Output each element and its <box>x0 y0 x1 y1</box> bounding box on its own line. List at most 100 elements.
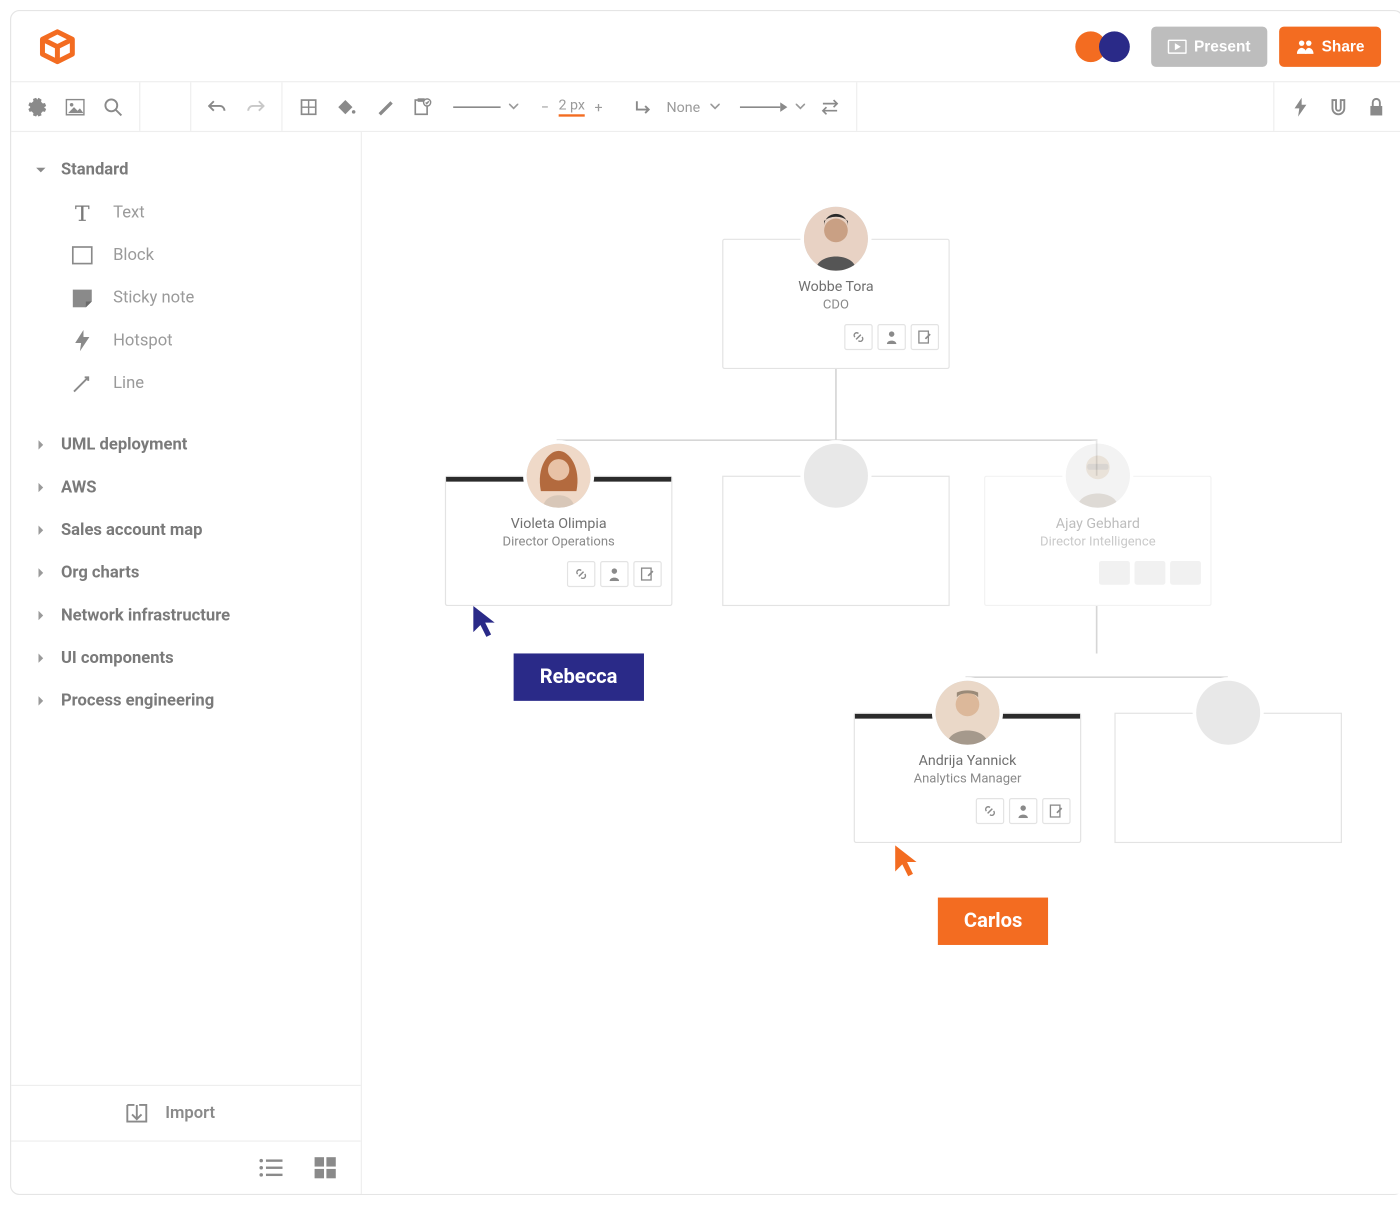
block-icon <box>66 243 99 267</box>
corner-style-label: None <box>662 98 705 115</box>
import-button[interactable]: Import <box>11 1086 361 1142</box>
settings-icon[interactable] <box>18 88 56 126</box>
node-name: Violeta Olimpia <box>456 515 662 532</box>
chevron-down-icon[interactable] <box>790 88 811 126</box>
edit-icon[interactable] <box>633 561 661 587</box>
grid-view-icon[interactable] <box>311 1154 339 1182</box>
toolbar: − 2 px + None <box>11 82 1400 132</box>
node-title: Analytics Manager <box>864 771 1070 786</box>
category-ui[interactable]: UI components <box>11 637 361 680</box>
person-icon[interactable] <box>1009 798 1037 824</box>
arrow-style-icon[interactable] <box>738 101 790 113</box>
node-title: CDO <box>733 297 939 312</box>
avatar <box>527 444 591 508</box>
cursor-label-rebecca: Rebecca <box>514 653 644 700</box>
shape-text[interactable]: Text <box>11 191 361 234</box>
org-node-right[interactable]: Ajay Gebhard Director Intelligence <box>984 476 1212 606</box>
bolt-icon[interactable] <box>1282 88 1320 126</box>
play-icon <box>1168 39 1187 53</box>
chevron-right-icon <box>30 653 51 662</box>
category-network[interactable]: Network infrastructure <box>11 594 361 637</box>
redo-icon[interactable] <box>236 88 274 126</box>
edit-icon[interactable] <box>1042 798 1070 824</box>
image-icon[interactable] <box>56 88 94 126</box>
person-icon[interactable] <box>877 324 905 350</box>
link-icon[interactable] <box>976 798 1004 824</box>
present-button[interactable]: Present <box>1151 26 1267 66</box>
lock-icon[interactable] <box>1357 88 1395 126</box>
node-name: Andrija Yannick <box>864 752 1070 769</box>
category-aws[interactable]: AWS <box>11 466 361 509</box>
action-placeholder <box>1135 561 1166 585</box>
increment-button[interactable]: + <box>590 98 608 115</box>
chevron-right-icon <box>30 440 51 449</box>
people-icon <box>1296 38 1315 55</box>
chevron-right-icon <box>30 525 51 534</box>
import-icon <box>125 1103 149 1124</box>
node-name: Wobbe Tora <box>733 278 939 295</box>
cursor-arrow-rebecca <box>471 604 499 640</box>
org-node-bottom[interactable]: Andrija Yannick Analytics Manager <box>854 713 1082 843</box>
corner-icon[interactable] <box>624 88 662 126</box>
search-icon[interactable] <box>94 88 132 126</box>
presence-dot <box>1099 31 1130 62</box>
chevron-right-icon <box>30 568 51 577</box>
cursor-arrow-carlos <box>893 843 921 879</box>
canvas[interactable]: Wobbe Tora CDO Violeta Olimpia Director … <box>362 132 1400 1194</box>
category-org-charts[interactable]: Org charts <box>11 552 361 595</box>
titlebar: Present Share <box>11 11 1400 82</box>
avatar-placeholder <box>804 444 868 508</box>
magnet-icon[interactable] <box>1319 88 1357 126</box>
swap-icon[interactable] <box>812 88 850 126</box>
link-icon[interactable] <box>567 561 595 587</box>
action-placeholder <box>1099 561 1130 585</box>
chevron-right-icon <box>30 611 51 620</box>
chevron-down-icon[interactable] <box>705 88 726 126</box>
clipboard-icon[interactable] <box>403 88 441 126</box>
avatar-placeholder <box>1196 681 1260 745</box>
cursor-label-carlos: Carlos <box>938 898 1049 945</box>
node-name: Ajay Gebhard <box>995 515 1201 532</box>
pen-icon[interactable] <box>365 88 403 126</box>
node-title: Director Intelligence <box>995 534 1201 549</box>
shape-icon[interactable] <box>290 88 328 126</box>
org-node-empty[interactable] <box>722 476 950 606</box>
chevron-right-icon <box>30 696 51 705</box>
avatar <box>935 681 999 745</box>
shape-sticky-note[interactable]: Sticky note <box>11 277 361 320</box>
line-style-icon[interactable] <box>451 101 503 113</box>
chevron-down-icon <box>30 167 51 173</box>
chevron-right-icon <box>30 483 51 492</box>
undo-icon[interactable] <box>198 88 236 126</box>
line-icon <box>66 371 99 395</box>
category-process[interactable]: Process engineering <box>11 680 361 723</box>
category-sales-map[interactable]: Sales account map <box>11 509 361 552</box>
fill-icon[interactable] <box>328 88 366 126</box>
presence-indicators <box>1083 31 1130 62</box>
text-icon <box>66 201 99 225</box>
shape-sidebar: Standard Text Block Sticky note Hotspot <box>11 132 362 1194</box>
category-uml[interactable]: UML deployment <box>11 424 361 467</box>
org-node-root[interactable]: Wobbe Tora CDO <box>722 239 950 369</box>
person-icon[interactable] <box>600 561 628 587</box>
shape-line[interactable]: Line <box>11 362 361 405</box>
sticky-note-icon <box>66 286 99 310</box>
hotspot-icon <box>66 329 99 353</box>
org-node-empty[interactable] <box>1114 713 1342 843</box>
chevron-down-icon[interactable] <box>503 88 524 126</box>
edit-icon[interactable] <box>911 324 939 350</box>
shape-block[interactable]: Block <box>11 234 361 277</box>
link-icon[interactable] <box>844 324 872 350</box>
share-button[interactable]: Share <box>1279 26 1381 66</box>
node-title: Director Operations <box>456 534 662 549</box>
app-logo-icon <box>33 21 83 71</box>
stroke-width-control[interactable]: − 2 px + <box>536 82 607 131</box>
avatar <box>804 207 868 271</box>
avatar <box>1066 444 1130 508</box>
shape-hotspot[interactable]: Hotspot <box>11 319 361 362</box>
category-standard[interactable]: Standard <box>11 149 361 192</box>
action-placeholder <box>1170 561 1201 585</box>
decrement-button[interactable]: − <box>536 98 554 115</box>
org-node-left[interactable]: Violeta Olimpia Director Operations <box>445 476 673 606</box>
list-view-icon[interactable] <box>256 1154 284 1182</box>
